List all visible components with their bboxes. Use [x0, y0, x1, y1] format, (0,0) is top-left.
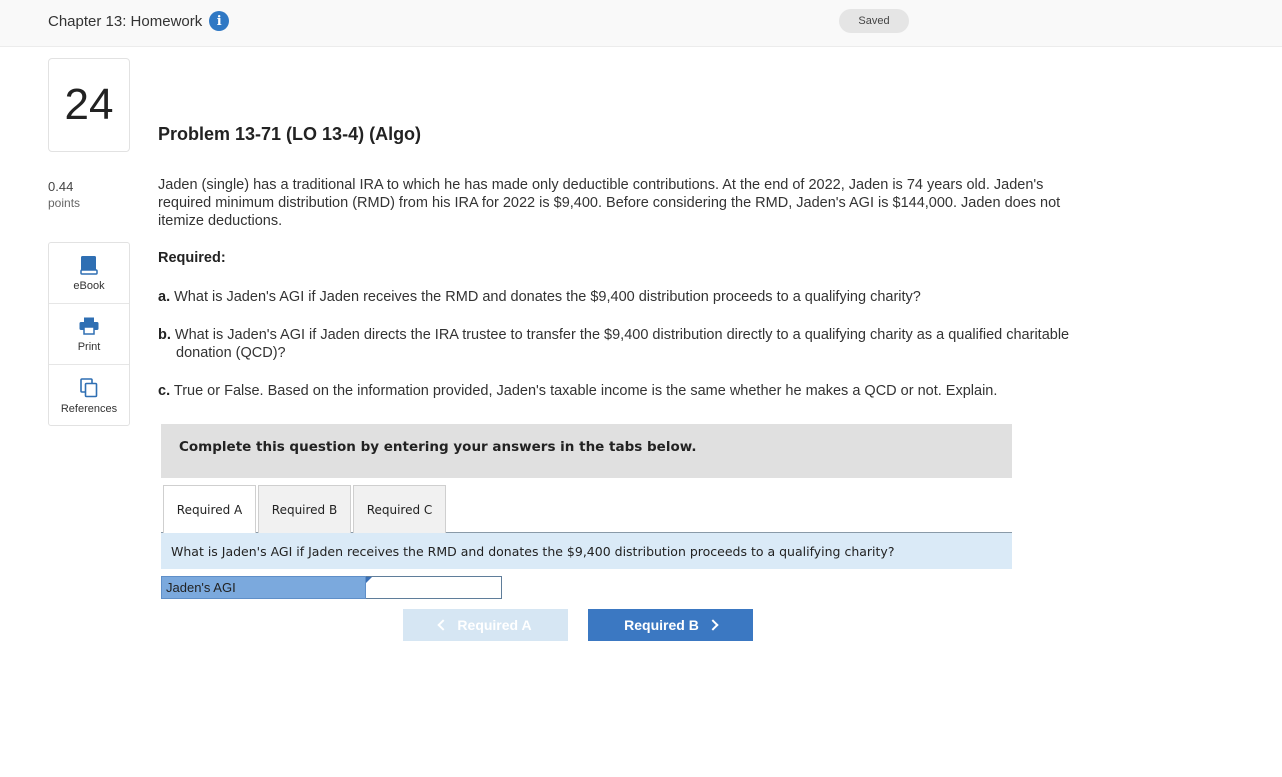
top-bar: Chapter 13: Homework i Saved: [0, 0, 1282, 47]
required-item-text: What is Jaden's AGI if Jaden directs the…: [174, 327, 1070, 361]
problem-title: Problem 13-71 (LO 13-4) (Algo): [158, 124, 422, 144]
agi-input-cell[interactable]: [366, 576, 502, 599]
cell-marker-icon: [366, 577, 372, 583]
ebook-button[interactable]: eBook: [49, 243, 129, 304]
required-item-text: What is Jaden's AGI if Jaden receives th…: [174, 289, 921, 305]
chevron-right-icon: [707, 619, 719, 631]
tab-question-bar: What is Jaden's AGI if Jaden receives th…: [161, 533, 1012, 569]
book-icon: [78, 254, 100, 276]
question-number: 24: [48, 58, 130, 152]
agi-field-label: Jaden's AGI: [161, 576, 366, 599]
tab-question-text: What is Jaden's AGI if Jaden receives th…: [171, 544, 895, 559]
chapter-title-text: Chapter 13: Homework: [48, 12, 203, 30]
required-item-a: a. What is Jaden's AGI if Jaden receives…: [158, 288, 1088, 306]
print-label: Print: [77, 341, 101, 353]
points-label: points: [48, 196, 81, 210]
required-item-letter: c.: [158, 383, 171, 399]
chevron-left-icon: [437, 619, 450, 631]
required-item-c: c. True or False. Based on the informati…: [158, 382, 1088, 400]
tab-required-c[interactable]: Required C: [353, 485, 446, 533]
saved-status-badge: Saved: [839, 9, 909, 33]
required-item-letter: a.: [158, 289, 171, 305]
required-item-b: b. What is Jaden's AGI if Jaden directs …: [158, 326, 1088, 362]
instruction-box: Complete this question by entering your …: [161, 424, 1012, 478]
required-tabs: Required A Required B Required C: [161, 485, 1012, 534]
copy-documents-icon: [78, 377, 100, 399]
assignment-title: Chapter 13: Homework i: [48, 11, 230, 31]
points-value: 0.44: [48, 179, 74, 194]
prev-required-button[interactable]: Required A: [403, 609, 568, 641]
instruction-text: Complete this question by entering your …: [179, 439, 697, 455]
answer-row: Jaden's AGI: [161, 576, 502, 599]
print-button[interactable]: Print: [49, 304, 129, 365]
problem-intro: Jaden (single) has a traditional IRA to …: [158, 177, 1061, 229]
required-item-letter: b.: [158, 327, 171, 343]
references-button[interactable]: References: [49, 365, 129, 426]
ebook-label: eBook: [73, 280, 105, 292]
next-required-label: Required B: [624, 617, 699, 633]
info-icon[interactable]: i: [209, 11, 230, 31]
tab-required-b[interactable]: Required B: [258, 485, 351, 533]
references-label: References: [60, 402, 118, 415]
tab-required-a[interactable]: Required A: [163, 485, 256, 534]
printer-icon: [78, 315, 100, 337]
next-required-button[interactable]: Required B: [588, 609, 753, 641]
required-heading: Required:: [158, 250, 226, 266]
tools-panel: eBook Print References: [48, 242, 130, 426]
prev-required-label: Required A: [457, 617, 532, 633]
agi-input[interactable]: [366, 577, 501, 598]
required-item-text: True or False. Based on the information …: [173, 383, 998, 399]
